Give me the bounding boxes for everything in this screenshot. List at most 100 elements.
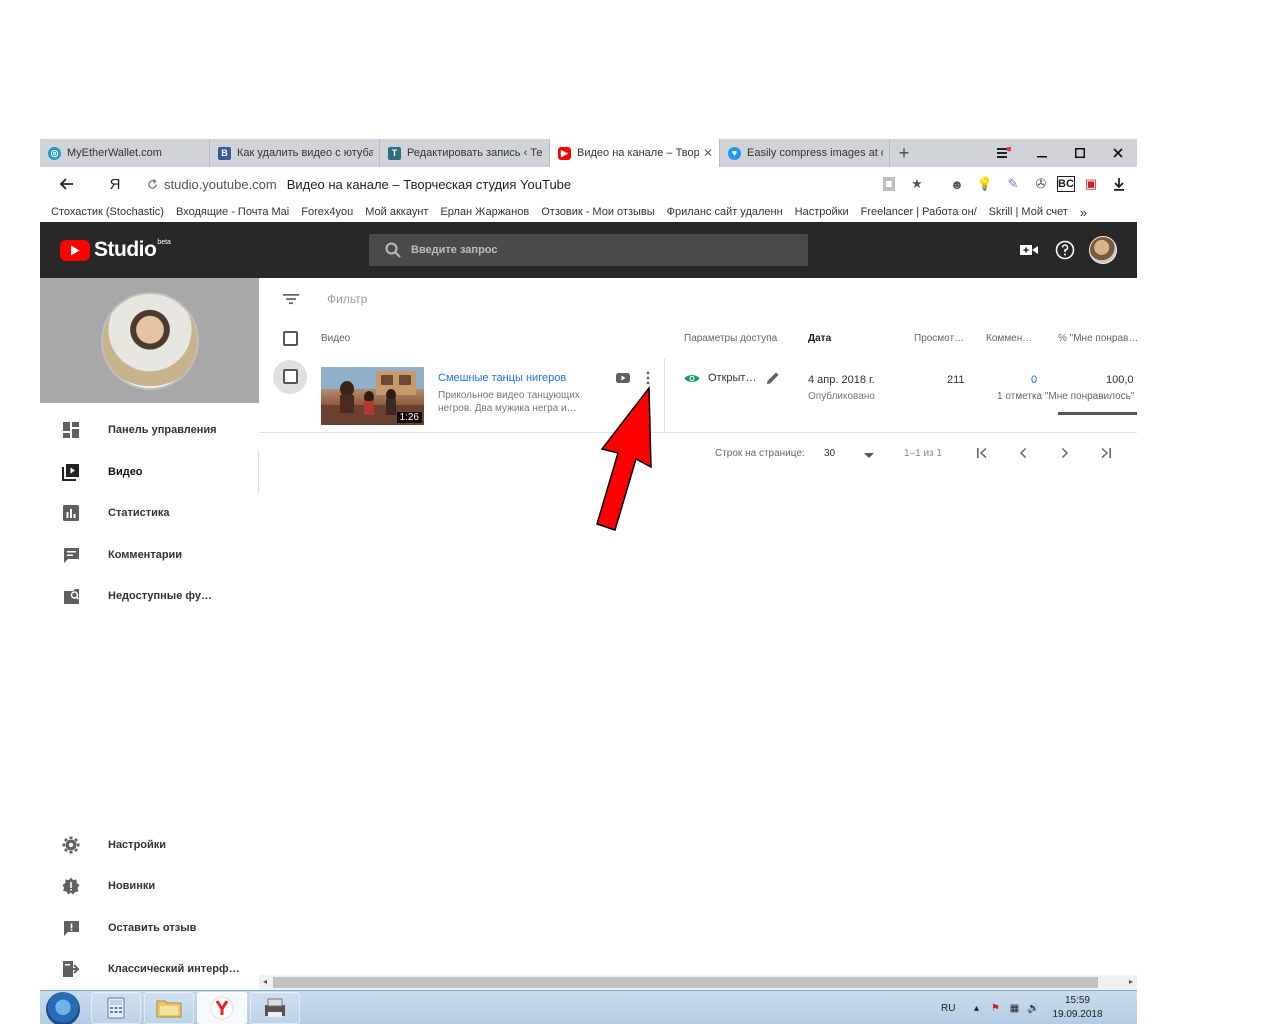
sidebar-item-dashboard[interactable]: Панель управления bbox=[40, 411, 259, 449]
tab-edit-post[interactable]: T Редактировать запись ‹ Тег bbox=[380, 139, 550, 167]
show-hidden-icons-icon[interactable]: ▴ bbox=[969, 1001, 983, 1015]
sidebar-item-whats-new[interactable]: Новинки bbox=[40, 867, 259, 905]
url-page-title[interactable]: Видео на канале – Творческая студия YouT… bbox=[287, 177, 571, 192]
studio-logo[interactable]: Studio beta bbox=[60, 238, 171, 262]
bookmark-item[interactable]: Forex4you bbox=[295, 206, 359, 218]
sidebar-item-label: Классический интерф… bbox=[108, 963, 240, 975]
classic-studio-icon bbox=[61, 959, 81, 979]
channel-banner bbox=[40, 278, 259, 403]
download-icon[interactable] bbox=[1107, 172, 1131, 196]
bookmark-item[interactable]: Входящие - Почта Mai bbox=[170, 206, 295, 218]
col-views[interactable]: Просмот… bbox=[914, 333, 964, 344]
close-window-icon[interactable] bbox=[1099, 139, 1137, 167]
bookmark-item[interactable]: Skrill | Мой счет bbox=[983, 206, 1074, 218]
taskbar-explorer[interactable] bbox=[144, 992, 194, 1024]
video-thumbnail[interactable]: 1:26 bbox=[321, 367, 424, 425]
tab-title: Easily compress images at o bbox=[747, 147, 883, 159]
start-button-icon[interactable] bbox=[46, 992, 80, 1024]
col-visibility[interactable]: Параметры доступа bbox=[684, 333, 777, 344]
tab-myetherwallet[interactable]: ◎ MyEtherWallet.com bbox=[40, 139, 210, 167]
filter-placeholder: Фильтр bbox=[327, 292, 368, 306]
sidebar-item-analytics[interactable]: Статистика bbox=[40, 494, 259, 532]
bookmark-item[interactable]: Ерлан Жаржанов bbox=[434, 206, 535, 218]
more-options-icon[interactable] bbox=[645, 371, 653, 385]
col-comments[interactable]: Коммен… bbox=[986, 333, 1032, 344]
volume-icon[interactable]: 🔊 bbox=[1026, 1001, 1040, 1015]
bookmark-item[interactable]: Фриланс сайт удаленн bbox=[661, 206, 789, 218]
browser-menu-icon[interactable] bbox=[985, 139, 1023, 167]
extension-bc-icon[interactable]: BC bbox=[1057, 176, 1075, 192]
sidebar-item-comments[interactable]: Комментарии bbox=[40, 536, 259, 574]
video-comments[interactable]: 0 bbox=[1031, 374, 1037, 386]
studio-search-input[interactable]: Введите запрос bbox=[369, 234, 808, 266]
table-header: Видео Параметры доступа Дата Просмот… Ко… bbox=[259, 328, 1137, 350]
select-all-checkbox[interactable] bbox=[283, 331, 298, 346]
create-video-icon[interactable] bbox=[1017, 236, 1041, 264]
back-arrow-icon[interactable] bbox=[54, 171, 80, 197]
bookmarks-overflow-icon[interactable]: » bbox=[1074, 205, 1093, 220]
url-host[interactable]: studio.youtube.com bbox=[164, 177, 277, 192]
taskbar-yandex-browser[interactable] bbox=[197, 992, 247, 1024]
extension-face-icon[interactable]: ☻ bbox=[945, 172, 969, 196]
search-placeholder: Введите запрос bbox=[411, 244, 498, 256]
previous-page-icon[interactable] bbox=[1014, 444, 1032, 462]
first-page-icon[interactable] bbox=[973, 444, 991, 462]
scrollbar-thumb[interactable] bbox=[273, 977, 1098, 988]
yandex-home-button[interactable]: Я bbox=[102, 171, 128, 197]
bookmark-item[interactable]: Настройки bbox=[789, 206, 855, 218]
system-tray: RU ▴ ⚑ ▦ 🔊 15:59 19.09.2018 bbox=[927, 991, 1137, 1024]
rows-per-page-select[interactable]: 30 bbox=[824, 448, 835, 459]
reader-mode-icon[interactable] bbox=[877, 172, 901, 196]
bookmark-item[interactable]: Мой аккаунт bbox=[359, 206, 434, 218]
new-tab-button[interactable]: + bbox=[890, 139, 918, 167]
extension-translate-icon[interactable]: ▣ bbox=[1079, 172, 1103, 196]
clock[interactable]: 15:59 19.09.2018 bbox=[1052, 994, 1102, 1022]
action-center-flag-icon[interactable]: ⚑ bbox=[988, 1001, 1002, 1015]
reload-icon[interactable] bbox=[144, 171, 160, 197]
col-likes[interactable]: % "Мне понрав… bbox=[1058, 333, 1137, 344]
sidebar-item-feedback[interactable]: Оставить отзыв bbox=[40, 909, 259, 947]
extension-bulb-icon[interactable]: 💡 bbox=[973, 172, 997, 196]
chevron-down-icon[interactable] bbox=[864, 451, 874, 462]
close-tab-icon[interactable]: ✕ bbox=[703, 146, 713, 160]
channel-avatar[interactable] bbox=[100, 291, 199, 390]
view-on-youtube-icon[interactable] bbox=[616, 373, 630, 383]
sidebar-item-unavailable-features[interactable]: Недоступные фу… bbox=[40, 577, 259, 615]
scroll-right-icon[interactable]: ▸ bbox=[1129, 977, 1133, 986]
sidebar-item-videos[interactable]: Видео bbox=[40, 453, 259, 491]
video-title-link[interactable]: Смешные танцы нигеров bbox=[438, 372, 566, 384]
bookmark-item[interactable]: Стохастик (Stochastic) bbox=[45, 206, 170, 218]
row-checkbox[interactable] bbox=[283, 369, 298, 384]
sidebar-item-settings[interactable]: Настройки bbox=[40, 826, 259, 864]
analytics-icon bbox=[61, 503, 81, 523]
scroll-left-icon[interactable]: ◂ bbox=[263, 977, 267, 986]
horizontal-scrollbar[interactable]: ◂ ▸ bbox=[259, 975, 1137, 990]
edit-pencil-icon[interactable] bbox=[766, 371, 780, 388]
last-page-icon[interactable] bbox=[1097, 444, 1115, 462]
network-icon[interactable]: ▦ bbox=[1007, 1001, 1021, 1015]
extension-reel-icon[interactable]: ✇ bbox=[1029, 172, 1053, 196]
printer-app-icon bbox=[265, 998, 285, 1017]
table-row[interactable]: 1:26 Смешные танцы нигеров Прикольное ви… bbox=[259, 358, 1137, 432]
taskbar-calculator[interactable] bbox=[91, 992, 141, 1024]
input-language[interactable]: RU bbox=[941, 1003, 955, 1014]
tab-compress-images[interactable]: ♥ Easily compress images at o bbox=[720, 139, 890, 167]
maximize-icon[interactable] bbox=[1061, 139, 1099, 167]
filter-bar[interactable]: Фильтр bbox=[259, 278, 1137, 320]
tab-delete-video-article[interactable]: B Как удалить видео с ютуба bbox=[210, 139, 380, 167]
col-date[interactable]: Дата bbox=[808, 333, 831, 344]
visibility-status[interactable]: Открыт… bbox=[684, 372, 756, 384]
extension-feather-icon[interactable]: ✎ bbox=[1001, 172, 1025, 196]
sidebar-item-classic-studio[interactable]: Классический интерф… bbox=[40, 950, 259, 988]
bookmark-item[interactable]: Отзовик - Мои отзывы bbox=[535, 206, 660, 218]
next-page-icon[interactable] bbox=[1056, 444, 1074, 462]
tab-youtube-studio[interactable]: ▶ Видео на канале – Твор ✕ bbox=[550, 139, 720, 167]
help-icon[interactable] bbox=[1053, 236, 1077, 264]
account-avatar[interactable] bbox=[1089, 236, 1117, 264]
filter-icon[interactable] bbox=[281, 289, 301, 309]
bookmark-item[interactable]: Freelancer | Работа он/ bbox=[855, 206, 983, 218]
minimize-icon[interactable] bbox=[1023, 139, 1061, 167]
search-icon bbox=[385, 242, 401, 258]
bookmark-star-icon[interactable]: ★ bbox=[905, 172, 929, 196]
taskbar-app[interactable] bbox=[250, 992, 300, 1024]
